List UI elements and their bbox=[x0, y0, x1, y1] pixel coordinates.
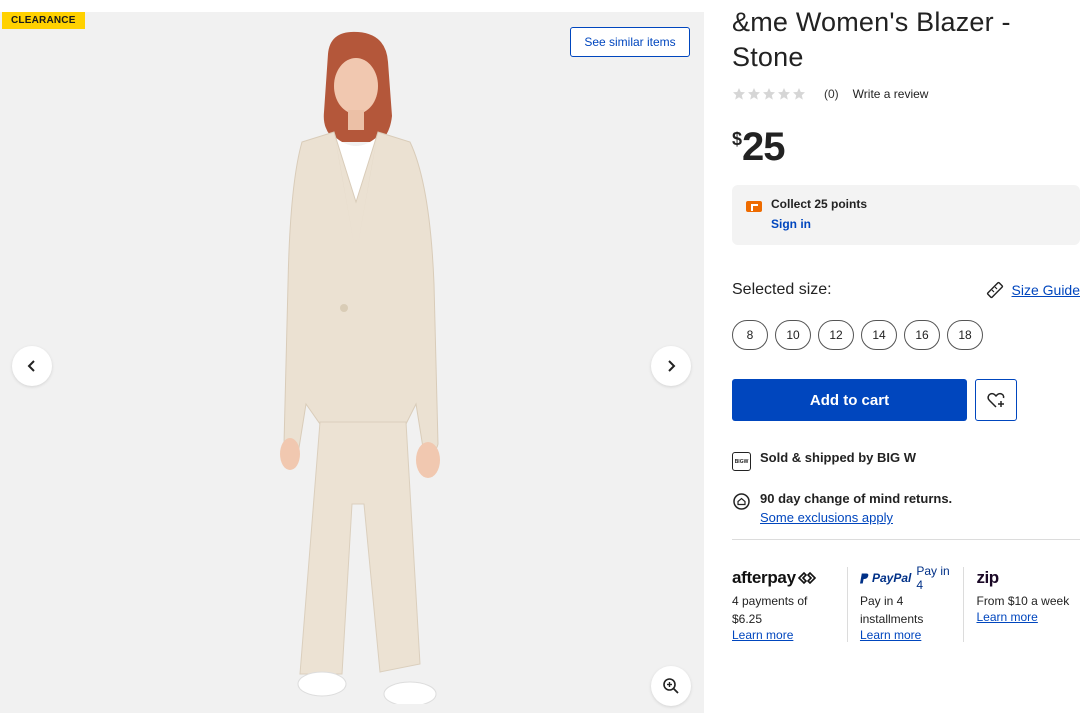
size-option[interactable]: 10 bbox=[775, 320, 811, 350]
heart-plus-icon bbox=[987, 392, 1005, 408]
returns-text: 90 day change of mind returns. bbox=[760, 491, 953, 506]
paypal-tagline: Pay in 4 bbox=[916, 564, 950, 592]
returns-info: 90 day change of mind returns. Some excl… bbox=[732, 490, 1080, 525]
review-count: (0) bbox=[824, 87, 839, 101]
shipping-info: BIGW Sold & shipped by BIG W bbox=[732, 450, 1080, 471]
paypal-text: Pay in 4 installments bbox=[859, 594, 924, 626]
size-guide-link[interactable]: Size Guide bbox=[986, 281, 1080, 299]
paypal-logo: PayPal Pay in 4 bbox=[859, 564, 956, 592]
size-option[interactable]: 12 bbox=[818, 320, 854, 350]
afterpay-learn-more[interactable]: Learn more bbox=[732, 628, 839, 642]
price-amount: 25 bbox=[742, 125, 785, 169]
size-option[interactable]: 8 bbox=[732, 320, 768, 350]
bigw-icon: BIGW bbox=[732, 452, 751, 471]
zip-option: zip From $10 a week Learn more bbox=[963, 567, 1080, 642]
product-image bbox=[280, 31, 440, 704]
afterpay-wordmark: afterpay bbox=[732, 568, 796, 587]
divider bbox=[732, 539, 1080, 540]
cart-row: Add to cart bbox=[732, 379, 1080, 421]
next-image-button[interactable] bbox=[651, 346, 691, 386]
zip-logo: zip bbox=[976, 567, 1072, 589]
chevron-right-icon bbox=[668, 360, 676, 372]
returns-icon bbox=[733, 493, 750, 510]
size-guide-label[interactable]: Size Guide bbox=[1012, 282, 1080, 298]
size-option[interactable]: 18 bbox=[947, 320, 983, 350]
sold-by-text: Sold & shipped by BIG W bbox=[760, 450, 916, 465]
ruler-icon bbox=[986, 281, 1003, 299]
zip-text: From $10 a week bbox=[976, 594, 1070, 608]
payment-options: afterpay 4 payments of $6.25 Learn more … bbox=[732, 564, 1080, 642]
rewards-box: Collect 25 points Sign in bbox=[732, 185, 1080, 245]
star-icon bbox=[778, 88, 790, 100]
write-review-link[interactable]: Write a review bbox=[853, 87, 929, 101]
paypal-learn-more[interactable]: Learn more bbox=[860, 628, 956, 642]
size-option[interactable]: 14 bbox=[861, 320, 897, 350]
rating-stars bbox=[732, 87, 806, 101]
product-gallery: CLEARANCE See similar items bbox=[0, 12, 704, 713]
size-header: Selected size: Size Guide bbox=[732, 280, 1080, 300]
rewards-icon bbox=[746, 201, 762, 212]
afterpay-text: 4 payments of $6.25 bbox=[732, 594, 808, 626]
sign-in-link[interactable]: Sign in bbox=[771, 217, 811, 231]
chevron-left-icon bbox=[27, 360, 35, 372]
size-option[interactable]: 16 bbox=[904, 320, 940, 350]
paypal-wordmark: PayPal bbox=[871, 571, 912, 585]
exclusions-link[interactable]: Some exclusions apply bbox=[760, 510, 952, 525]
price: $ 25 bbox=[732, 127, 1080, 169]
star-icon bbox=[733, 88, 745, 100]
previous-image-button[interactable] bbox=[12, 346, 52, 386]
size-options: 8 10 12 14 16 18 bbox=[732, 320, 1080, 350]
afterpay-logo: afterpay bbox=[732, 567, 839, 589]
star-icon bbox=[793, 88, 805, 100]
rating-row: (0) Write a review bbox=[732, 85, 1080, 103]
add-to-cart-button[interactable]: Add to cart bbox=[732, 379, 967, 421]
star-icon bbox=[748, 88, 760, 100]
paypal-icon bbox=[859, 573, 869, 583]
afterpay-option: afterpay 4 payments of $6.25 Learn more bbox=[732, 567, 847, 642]
zoom-button[interactable] bbox=[651, 666, 691, 706]
clearance-badge: CLEARANCE bbox=[2, 12, 85, 29]
wishlist-button[interactable] bbox=[975, 379, 1017, 421]
afterpay-arrows-icon bbox=[797, 571, 816, 585]
zip-wordmark: zip bbox=[976, 568, 999, 587]
see-similar-button[interactable]: See similar items bbox=[570, 27, 690, 57]
rewards-text: Collect 25 points bbox=[771, 197, 868, 211]
selected-size-label: Selected size: bbox=[732, 281, 832, 298]
product-info-panel: &me Women's Blazer - Stone (0) Write a r… bbox=[732, 0, 1080, 642]
zoom-in-icon bbox=[663, 678, 679, 694]
price-currency: $ bbox=[732, 129, 743, 149]
product-title: &me Women's Blazer - Stone bbox=[732, 7, 1011, 72]
star-icon bbox=[763, 88, 775, 100]
paypal-option: PayPal Pay in 4 Pay in 4 installments Le… bbox=[846, 564, 964, 642]
zip-learn-more[interactable]: Learn more bbox=[976, 610, 1072, 624]
